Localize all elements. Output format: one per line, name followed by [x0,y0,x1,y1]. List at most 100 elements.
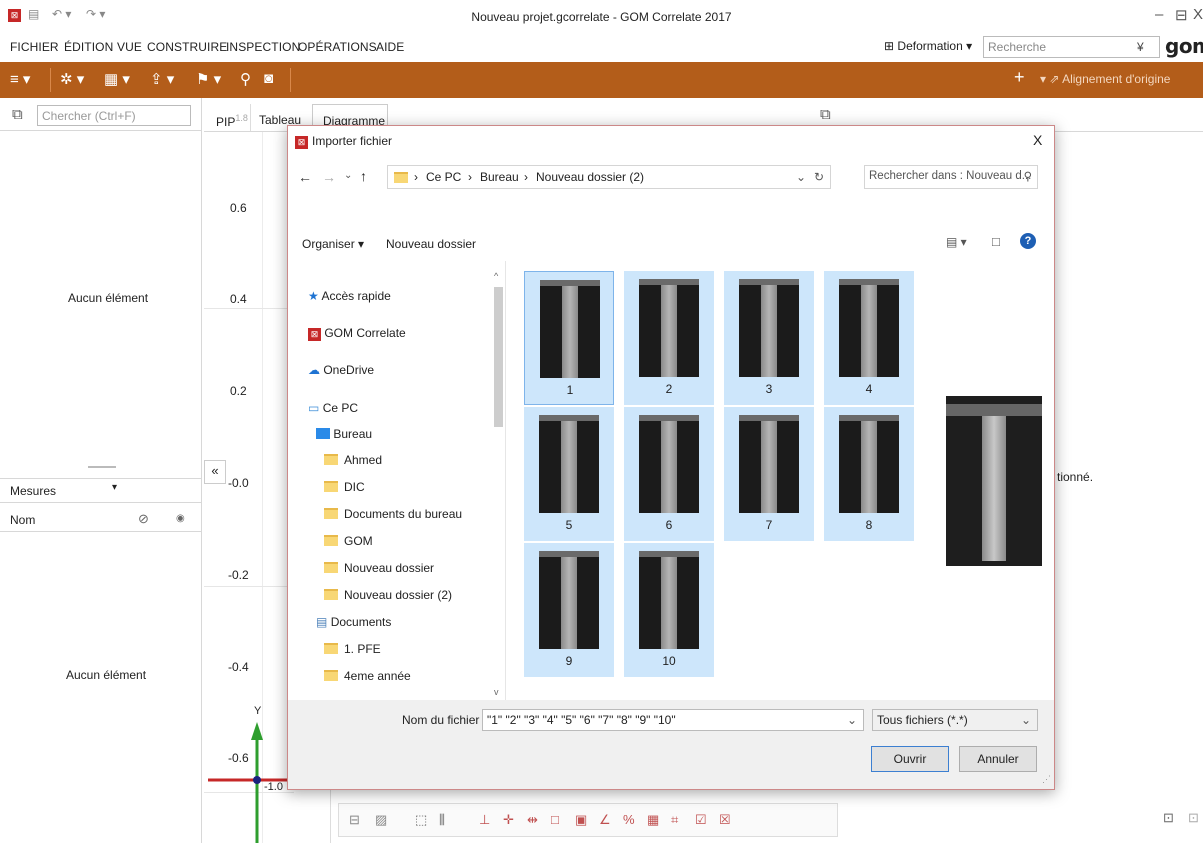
nav-item-acces-rapide[interactable]: ★ Accès rapide [308,283,391,309]
tool-select-icon[interactable]: ⬚ [415,812,427,828]
up-arrow-icon[interactable]: ↑ [360,168,367,184]
file-thumbnail-6[interactable]: 6 [624,407,714,541]
tool-rect-icon[interactable]: □ [551,812,559,827]
measures-dropdown-icon[interactable]: ▾ [112,482,117,493]
nav-item-documents-du-bureau[interactable]: Documents du bureau [324,501,462,527]
tool-icon-1[interactable]: ⊟ [349,812,360,828]
new-folder-button[interactable]: Nouveau dossier [386,237,476,251]
scroll-down-icon[interactable]: v [494,687,499,697]
tool-angle-icon[interactable]: ∠ [599,812,611,828]
nav-item-bureau[interactable]: Bureau [316,421,372,447]
nav-item-gom[interactable]: GOM [324,528,373,554]
breadcrumb-bureau[interactable]: Bureau [480,170,519,184]
forward-arrow-icon[interactable]: → [322,169,336,185]
check-column-icon[interactable]: ⊘ [138,511,149,527]
menu-inspection[interactable]: INSPECTION [226,40,300,54]
explorer-search-input[interactable]: Chercher (Ctrl+F) [37,105,191,126]
nav-item-ce-pc[interactable]: ▭ Ce PC [308,395,358,421]
menu-edition[interactable]: ÉDITION [64,40,113,54]
nav-item-1-pfe[interactable]: 1. PFE [324,636,381,662]
dialog-search-input[interactable]: Rechercher dans : Nouveau d... ⚲ [864,165,1038,189]
resize-grip-icon[interactable]: ⋰ [1042,774,1051,785]
magnifier-icon[interactable]: ⚲ [240,70,251,88]
menu-construire[interactable]: CONSTRUIRE [147,40,227,54]
flag-icon[interactable]: ⚑ ▾ [196,70,221,88]
view-mode-icon[interactable]: ▤ ▾ [946,235,967,249]
menu-fichier[interactable]: FICHIER [10,40,59,54]
status-icon-2[interactable]: ⊡ [1188,810,1199,826]
file-thumbnail-9[interactable]: 9 [524,543,614,677]
nav-item-gom-correlate[interactable]: ⊠ GOM Correlate [308,320,406,346]
nav-item-dic[interactable]: DIC [324,474,365,500]
nav-item-onedrive[interactable]: ☁ OneDrive [308,357,374,383]
scroll-up-icon[interactable]: ^ [494,271,498,281]
tool-grid-icon[interactable]: ▦ [647,812,659,828]
tool-cross-icon[interactable]: ✛ [503,812,514,828]
menu-icon[interactable]: ≡ ▾ [10,70,30,88]
file-thumbnail-8[interactable]: 8 [824,407,914,541]
history-dropdown-icon[interactable]: ⌄ [344,170,352,181]
tab-pip[interactable]: PIP1.8 [216,113,248,129]
menu-operations[interactable]: OPÉRATIONS [298,40,377,54]
close-button[interactable]: X [1193,6,1203,23]
search-input[interactable]: Recherche [983,36,1160,58]
tool-split-icon[interactable]: ⫼ [439,812,445,828]
view-toggle-icon[interactable]: ⧉ [820,106,831,123]
filetype-select[interactable]: Tous fichiers (*.*) ⌄ [872,709,1038,731]
breadcrumb-nouveau-dossier-2[interactable]: Nouveau dossier (2) [536,170,644,184]
table-icon[interactable]: ▦ ▾ [104,70,130,88]
collapse-panel-button[interactable]: « [204,460,226,484]
explorer-toggle-icon[interactable]: ⧉ [12,106,23,123]
project-tree-icon[interactable]: ✲ ▾ [60,70,84,88]
filename-input[interactable]: "1" "2" "3" "4" "5" "6" "7" "8" "9" "10"… [482,709,864,731]
file-thumbnail-4[interactable]: 4 [824,271,914,405]
scroll-thumb[interactable] [494,287,503,427]
file-thumbnail-5[interactable]: 5 [524,407,614,541]
nav-item-documents[interactable]: ▤ Documents [316,609,391,635]
back-arrow-icon[interactable]: ← [298,169,312,185]
address-dropdown-icon[interactable]: ⌄ [796,170,806,184]
search-dropdown-icon[interactable]: ¥ [1137,40,1144,54]
add-icon[interactable]: + [1014,67,1025,88]
export-icon[interactable]: ⇪ ▾ [150,70,174,88]
tool-icon-2[interactable]: ▨ [375,812,387,828]
menu-aide[interactable]: AIDE [376,40,404,54]
open-button[interactable]: Ouvrir [871,746,949,772]
deformation-dropdown[interactable]: ⊞ Deformation ▾ [884,39,972,53]
tool-bracket-icon[interactable]: ⌗ [671,812,678,828]
organize-menu[interactable]: Organiser ▾ [302,237,364,251]
filetype-dropdown-icon[interactable]: ⌄ [1021,713,1031,727]
file-thumbnail-3[interactable]: 3 [724,271,814,405]
tool-point-icon[interactable]: ⊥ [479,812,490,828]
filename-dropdown-icon[interactable]: ⌄ [847,713,857,727]
nav-item-ahmed[interactable]: Ahmed [324,447,382,473]
visibility-column-icon[interactable]: ◉ [176,513,185,524]
breadcrumb-ce-pc[interactable]: Ce PC [426,170,461,184]
file-thumbnail-2[interactable]: 2 [624,271,714,405]
nav-item-nouveau-dossier[interactable]: Nouveau dossier [324,555,434,581]
tool-delete-icon[interactable]: ☒ [719,812,731,828]
alignment-dropdown[interactable]: ▾ ⇗ Alignement d'origine [1040,72,1170,86]
measures-label[interactable]: Mesures [10,484,56,498]
file-thumbnail-1[interactable]: 1 [524,271,614,405]
tool-distance-icon[interactable]: ⇹ [527,812,538,828]
cancel-button[interactable]: Annuler [959,746,1037,772]
nav-item-nouveau-dossier-2[interactable]: Nouveau dossier (2) [324,582,452,608]
nav-scrollbar[interactable]: ^ v [493,271,504,701]
splitter-handle[interactable] [88,466,116,468]
nav-item-4eme-annee[interactable]: 4eme année [324,663,411,689]
camera-icon[interactable]: ◙ [264,70,273,87]
tool-percent-icon[interactable]: % [623,812,635,827]
file-thumbnail-10[interactable]: 10 [624,543,714,677]
status-icon-1[interactable]: ⊡ [1163,810,1174,826]
minimize-button[interactable]: – [1155,6,1163,23]
preview-pane-icon[interactable]: □ [992,234,1000,249]
dialog-close-button[interactable]: X [1033,132,1042,148]
menu-vue[interactable]: VUE [117,40,142,54]
address-bar[interactable]: › Ce PC › Bureau › Nouveau dossier (2) ⌄… [387,165,831,189]
tool-frame-icon[interactable]: ▣ [575,812,587,828]
restore-button[interactable]: ⊟ [1175,6,1188,24]
search-icon[interactable]: ⚲ [1024,169,1032,183]
refresh-icon[interactable]: ↻ [814,170,824,184]
tool-check-icon[interactable]: ☑ [695,812,707,828]
